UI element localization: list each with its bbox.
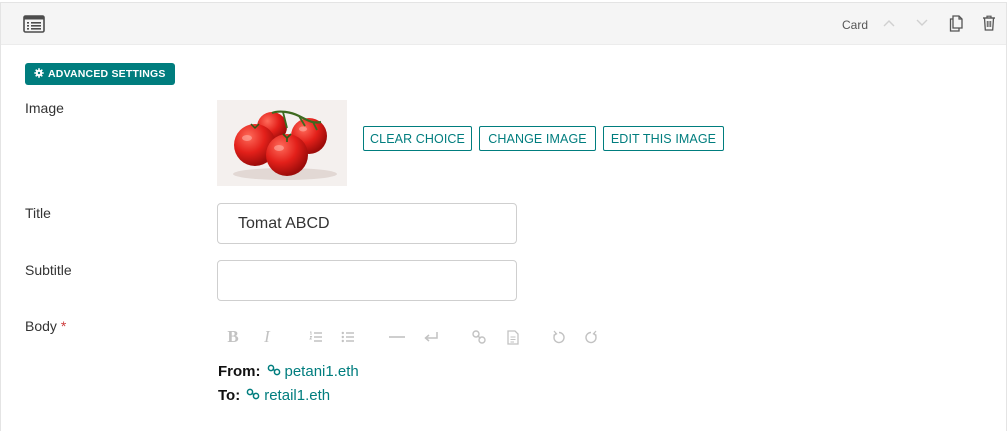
advanced-settings-label: ADVANCED SETTINGS — [48, 68, 166, 80]
body-from-line: From: petani1.eth — [218, 363, 359, 380]
gear-icon — [34, 67, 44, 81]
trash-icon[interactable] — [980, 14, 998, 32]
redo-icon[interactable] — [581, 325, 601, 349]
edit-this-image-button[interactable]: EDIT THIS IMAGE — [603, 126, 724, 151]
body-to-line: To: retail1.eth — [218, 387, 330, 404]
image-label: Image — [25, 100, 64, 116]
link-icon — [246, 387, 260, 404]
subtitle-input[interactable] — [217, 260, 517, 301]
block-header: Card — [1, 3, 1006, 45]
from-link[interactable]: petani1.eth — [267, 363, 359, 380]
bullet-list-icon[interactable] — [338, 325, 358, 349]
body-label: Body * — [25, 318, 66, 334]
from-key: From: — [218, 363, 261, 380]
from-link-text[interactable]: petani1.eth — [285, 363, 359, 380]
tomatoes-image — [217, 100, 347, 186]
horizontal-rule-icon[interactable] — [387, 325, 407, 349]
block-type-label: Card — [842, 18, 869, 32]
subtitle-label: Subtitle — [25, 262, 72, 278]
required-asterisk: * — [60, 318, 67, 334]
link-icon[interactable] — [469, 325, 489, 349]
list-icon — [23, 15, 45, 33]
ordered-list-icon[interactable] — [306, 325, 326, 349]
to-key: To: — [218, 387, 241, 404]
chevron-up-icon[interactable] — [880, 14, 898, 32]
document-link-icon[interactable] — [503, 325, 523, 349]
to-link[interactable]: retail1.eth — [246, 387, 330, 404]
chevron-down-icon[interactable] — [913, 14, 931, 32]
to-link-text[interactable]: retail1.eth — [264, 387, 330, 404]
bold-icon[interactable]: B — [223, 325, 243, 349]
link-icon — [267, 363, 281, 380]
copy-icon[interactable] — [947, 14, 965, 32]
change-image-button[interactable]: CHANGE IMAGE — [479, 126, 596, 151]
clear-choice-button[interactable]: CLEAR CHOICE — [363, 126, 472, 151]
title-label: Title — [25, 205, 51, 221]
card-block: Card ADVANCED SETTINGS Image CLEAR CHOIC… — [0, 2, 1007, 431]
title-input[interactable] — [217, 203, 517, 244]
undo-icon[interactable] — [549, 325, 569, 349]
body-label-text: Body — [25, 318, 57, 334]
italic-icon[interactable]: I — [257, 325, 277, 349]
line-break-icon[interactable] — [421, 325, 441, 349]
advanced-settings-button[interactable]: ADVANCED SETTINGS — [25, 63, 175, 85]
